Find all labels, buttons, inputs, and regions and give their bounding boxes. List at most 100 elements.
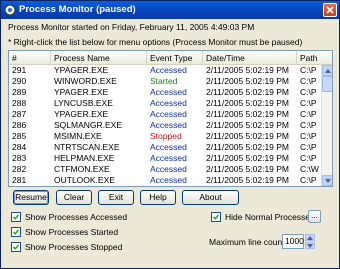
cell-process-name: YPAGER.EXE	[54, 109, 109, 119]
cell-number: 291	[12, 65, 27, 75]
cell-number: 282	[12, 164, 27, 174]
table-row[interactable]: 283 HELPMAN.EXE Accessed 2/11/2005 5:02:19 …	[9, 153, 321, 164]
hide-normal-label: Hide Normal Processes	[225, 212, 315, 222]
column-header-path[interactable]: Path	[297, 51, 332, 65]
spinner-down-button[interactable]	[305, 242, 315, 249]
checkbox-box[interactable]	[11, 227, 21, 237]
cell-number: 284	[12, 142, 27, 152]
checkmark-icon	[12, 244, 20, 250]
list-body: 291 YPAGER.EXE Accessed 2/11/2005 5:02:19 P…	[9, 65, 321, 186]
cell-event-type: Accessed	[150, 153, 187, 163]
table-row[interactable]: 281 OUTLOOK.EXE Accessed 2/11/2005 5:02:19 …	[9, 175, 321, 186]
cell-event-type: Accessed	[150, 175, 187, 185]
cell-date-time: 2/11/2005 5:02:19 PM	[206, 142, 290, 152]
arrow-up-icon	[307, 236, 313, 240]
cell-event-type: Stopped	[150, 131, 182, 141]
scroll-thumb[interactable]	[322, 76, 332, 92]
max-line-count-spinner[interactable]	[305, 234, 315, 249]
cell-date-time: 2/11/2005 5:02:19 PM	[206, 65, 290, 75]
max-line-count-label: Maximum line count:	[209, 237, 287, 247]
arrow-down-icon	[325, 179, 331, 183]
cell-process-name: MSIMN.EXE	[54, 131, 102, 141]
about-button[interactable]: About	[182, 190, 239, 205]
cell-date-time: 2/11/2005 5:02:19 PM	[206, 131, 290, 141]
cell-process-name: YPAGER.EXE	[54, 65, 109, 75]
cell-path: C:\P	[300, 120, 317, 130]
resume-button[interactable]: Resume	[13, 190, 49, 205]
cell-event-type: Accessed	[150, 87, 187, 97]
cell-path: C:\P	[300, 87, 317, 97]
title-bar[interactable]: Process Monitor (paused)	[1, 1, 339, 19]
cell-event-type: Accessed	[150, 120, 187, 130]
table-row[interactable]: 284 NTRTSCAN.EXE Accessed 2/11/2005 5:02:19…	[9, 142, 321, 153]
cell-process-name: CTFMON.EXE	[54, 164, 110, 174]
cell-event-type: Started	[150, 76, 178, 86]
clear-button[interactable]: Clear	[56, 190, 92, 205]
hint-text: * Right-click the list below for menu op…	[8, 37, 303, 47]
max-line-count-input[interactable]: 1000	[282, 234, 304, 249]
cell-date-time: 2/11/2005 5:02:19 PM	[206, 87, 290, 97]
cell-date-time: 2/11/2005 5:02:19 PM	[206, 98, 290, 108]
checkmark-icon	[12, 214, 20, 220]
column-header-event-type[interactable]: Event Type	[147, 51, 203, 65]
cell-process-name: YPAGER.EXE	[54, 87, 109, 97]
column-header-date-time[interactable]: Date/Time	[203, 51, 297, 65]
table-row[interactable]: 288 LYNCUSB.EXE Accessed 2/11/2005 5:02:19 …	[9, 98, 321, 109]
process-monitor-window: Process Monitor (paused) Process Monitor…	[0, 0, 340, 269]
exit-button[interactable]: Exit	[98, 190, 134, 205]
close-button[interactable]	[323, 3, 337, 17]
cell-path: C:\P	[300, 109, 317, 119]
cell-path: C:\W	[300, 164, 319, 174]
cell-path: C:\P	[300, 175, 317, 185]
cell-number: 290	[12, 76, 27, 86]
cell-number: 286	[12, 120, 27, 130]
checkmark-icon	[212, 214, 220, 220]
scroll-down-button[interactable]	[322, 175, 332, 186]
cell-path: C:\P	[300, 131, 317, 141]
checkbox-box[interactable]	[211, 212, 221, 222]
started-status-text: Process Monitor started on Friday, Febru…	[8, 22, 255, 32]
column-header-number[interactable]: #	[9, 51, 51, 65]
table-row[interactable]: 282 CTFMON.EXE Accessed 2/11/2005 5:02:19 P…	[9, 164, 321, 175]
cell-path: C:\P	[300, 98, 317, 108]
checkmark-icon	[12, 229, 20, 235]
cell-process-name: HELPMAN.EXE	[54, 153, 115, 163]
help-button[interactable]: Help	[140, 190, 176, 205]
spinner-up-button[interactable]	[305, 234, 315, 241]
cell-path: C:\P	[300, 153, 317, 163]
process-list[interactable]: # Process Name Event Type Date/Time Path…	[8, 50, 333, 187]
cell-date-time: 2/11/2005 5:02:19 PM	[206, 120, 290, 130]
cell-process-name: WINWORD.EXE	[54, 76, 117, 86]
cell-process-name: SQLMANGR.EXE	[54, 120, 123, 130]
scroll-up-button[interactable]	[322, 65, 332, 76]
vertical-scrollbar[interactable]	[321, 65, 332, 186]
show-accessed-label: Show Processes Accessed	[25, 212, 128, 222]
cell-date-time: 2/11/2005 5:02:19 PM	[206, 175, 290, 185]
cell-number: 281	[12, 175, 27, 185]
cell-number: 288	[12, 98, 27, 108]
cell-date-time: 2/11/2005 5:02:19 PM	[206, 164, 290, 174]
cell-number: 283	[12, 153, 27, 163]
column-header-process-name[interactable]: Process Name	[51, 51, 147, 65]
cell-path: C:\P	[300, 65, 317, 75]
table-row[interactable]: 291 YPAGER.EXE Accessed 2/11/2005 5:02:19 P…	[9, 65, 321, 76]
window-title: Process Monitor (paused)	[19, 4, 136, 15]
arrow-up-icon	[325, 69, 331, 73]
hide-normal-options-button[interactable]: ...	[308, 210, 321, 223]
table-row[interactable]: 285 MSIMN.EXE Stopped 2/11/2005 5:02:19 PM C…	[9, 131, 321, 142]
show-started-label: Show Processes Started	[25, 227, 119, 237]
table-row[interactable]: 289 YPAGER.EXE Accessed 2/11/2005 5:02:19 P…	[9, 87, 321, 98]
table-row[interactable]: 286 SQLMANGR.EXE Accessed 2/11/2005 5:02:19…	[9, 120, 321, 131]
cell-date-time: 2/11/2005 5:02:19 PM	[206, 76, 290, 86]
table-row[interactable]: 290 WINWORD.EXE Started 2/11/2005 5:02:19 P…	[9, 76, 321, 87]
cell-process-name: NTRTSCAN.EXE	[54, 142, 120, 152]
cell-event-type: Accessed	[150, 164, 187, 174]
cell-path: C:\P	[300, 76, 317, 86]
checkbox-box[interactable]	[11, 242, 21, 252]
cell-event-type: Accessed	[150, 65, 187, 75]
cell-event-type: Accessed	[150, 109, 187, 119]
checkbox-box[interactable]	[11, 212, 21, 222]
table-row[interactable]: 287 YPAGER.EXE Accessed 2/11/2005 5:02:19 P…	[9, 109, 321, 120]
cell-event-type: Accessed	[150, 98, 187, 108]
cell-number: 287	[12, 109, 27, 119]
